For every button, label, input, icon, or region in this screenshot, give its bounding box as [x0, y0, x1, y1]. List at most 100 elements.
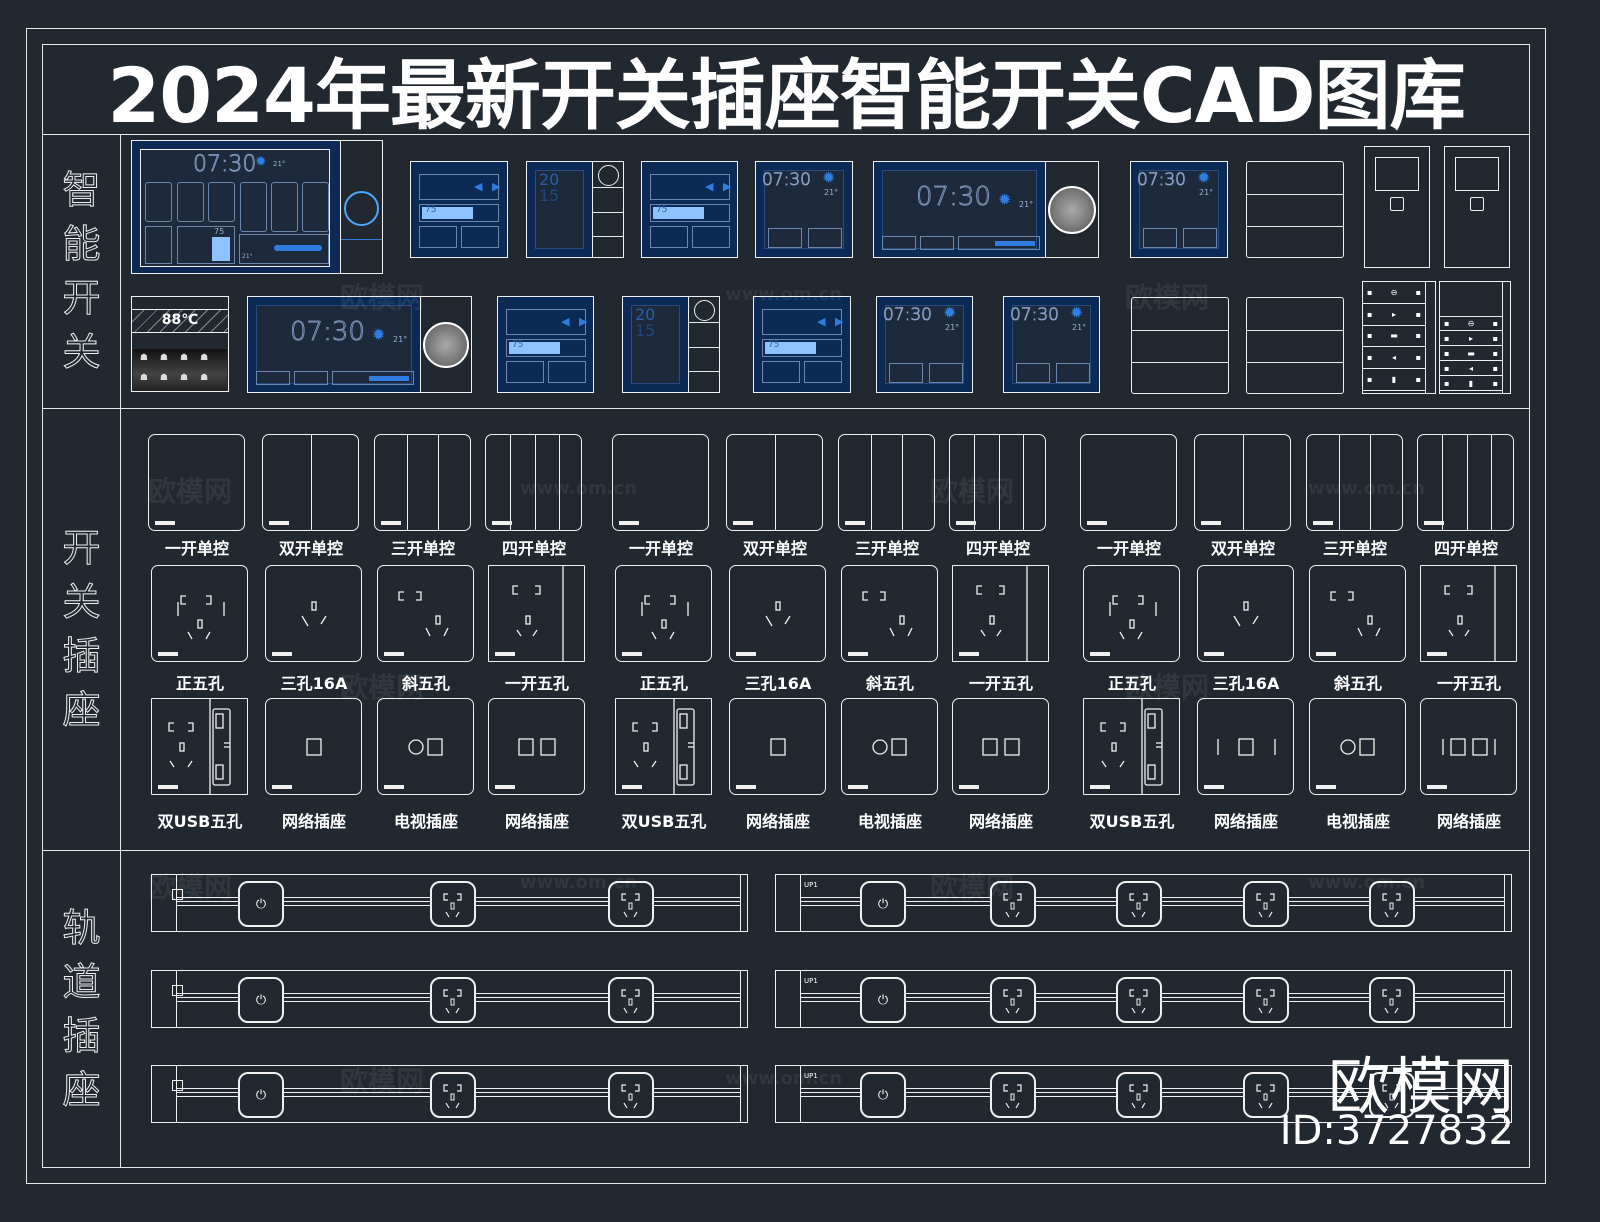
rail-power-button[interactable]: ⏻ — [238, 881, 284, 927]
mode-button[interactable] — [804, 361, 842, 383]
progress-bar[interactable]: 75 — [650, 204, 730, 222]
keypad-button[interactable]: ▪ ▬ ▪ — [1363, 326, 1425, 348]
progress-bar[interactable]: 75 — [419, 204, 499, 222]
curtain-slider[interactable]: 21° — [239, 234, 329, 264]
climate-control[interactable]: 75 — [177, 226, 235, 264]
socket-panel[interactable] — [841, 698, 938, 795]
rail-socket-adapter[interactable] — [990, 1072, 1036, 1118]
slider-track[interactable] — [274, 245, 322, 251]
socket-panel[interactable] — [151, 698, 248, 795]
mode-button[interactable] — [1016, 363, 1050, 383]
switch-panel[interactable] — [726, 434, 823, 531]
arrow-left-icon[interactable]: ◀ — [705, 180, 713, 193]
socket-panel[interactable] — [377, 565, 474, 662]
curtain-slider[interactable] — [332, 371, 414, 385]
rail-power-button[interactable]: ⏻ — [860, 1072, 906, 1118]
mode-button[interactable] — [882, 236, 916, 250]
switch-panel[interactable] — [1194, 434, 1291, 531]
socket-panel[interactable] — [1083, 698, 1180, 795]
mode-button[interactable] — [692, 226, 730, 248]
scene-button[interactable] — [208, 182, 235, 222]
mode-button[interactable] — [461, 226, 499, 248]
rail-socket-adapter[interactable] — [430, 881, 476, 927]
socket-panel[interactable] — [615, 565, 712, 662]
socket-panel[interactable] — [1309, 698, 1406, 795]
round-button[interactable] — [694, 300, 715, 321]
scene-button[interactable] — [145, 182, 172, 222]
socket-panel[interactable] — [265, 698, 362, 795]
curtain-control[interactable]: ◀ ▶ — [419, 174, 500, 200]
rail-socket-adapter[interactable] — [1243, 881, 1289, 927]
rail-socket-adapter[interactable] — [1243, 977, 1289, 1023]
mode-button[interactable] — [808, 228, 842, 248]
socket-panel[interactable] — [729, 565, 826, 662]
mode-button[interactable] — [506, 361, 544, 383]
socket-panel[interactable] — [1083, 565, 1180, 662]
arrow-right-icon[interactable]: ▶ — [492, 180, 500, 193]
socket-panel[interactable] — [488, 565, 585, 662]
rail-socket-adapter[interactable] — [1369, 977, 1415, 1023]
mode-button[interactable] — [920, 236, 954, 250]
arrow-right-icon[interactable]: ▶ — [723, 180, 731, 193]
rail-socket-adapter[interactable] — [430, 1072, 476, 1118]
switch-panel[interactable] — [1417, 434, 1514, 531]
scene-button[interactable] — [271, 182, 298, 232]
keypad-button[interactable]: ▪ ⊖ ▪ — [1363, 282, 1425, 304]
rail-socket-adapter[interactable] — [608, 977, 654, 1023]
rail-socket-adapter[interactable] — [990, 977, 1036, 1023]
switch-panel[interactable] — [1080, 434, 1177, 531]
scene-button[interactable] — [177, 182, 204, 222]
mode-button[interactable] — [1183, 228, 1217, 248]
mode-button[interactable] — [1143, 228, 1177, 248]
socket-panel[interactable] — [488, 698, 585, 795]
keypad-button[interactable]: ▪ ◂ ▪ — [1363, 347, 1425, 370]
arrow-left-icon[interactable]: ◀ — [561, 315, 569, 328]
socket-panel[interactable] — [1420, 698, 1517, 795]
socket-panel[interactable] — [265, 565, 362, 662]
keypad-button[interactable]: ▪ ◂ ▪ — [1440, 361, 1502, 376]
mode-button[interactable] — [650, 226, 688, 248]
mode-button[interactable] — [1056, 363, 1090, 383]
scene-button[interactable] — [302, 182, 329, 232]
mode-button[interactable] — [889, 363, 923, 383]
curtain-slider[interactable] — [958, 236, 1040, 250]
rotary-knob[interactable] — [423, 322, 469, 368]
rail-socket-adapter[interactable] — [1116, 881, 1162, 927]
curtain-control[interactable]: ◀ ▶ — [762, 309, 843, 335]
switch-panel[interactable] — [374, 434, 471, 531]
arrow-right-icon[interactable]: ▶ — [579, 315, 587, 328]
rail-socket-adapter[interactable] — [1116, 977, 1162, 1023]
rail-socket-adapter[interactable] — [1116, 1072, 1162, 1118]
keypad-button[interactable]: ▪ ▮ ▪ — [1440, 376, 1502, 391]
arrow-right-icon[interactable]: ▶ — [835, 315, 843, 328]
socket-panel[interactable] — [377, 698, 474, 795]
socket-panel[interactable] — [729, 698, 826, 795]
rail-socket-adapter[interactable] — [608, 1072, 654, 1118]
rail-power-button[interactable]: ⏻ — [238, 977, 284, 1023]
square-button[interactable] — [1390, 197, 1404, 211]
mode-button[interactable] — [762, 361, 800, 383]
keypad-button[interactable]: ▪ ▸ ▪ — [1440, 331, 1502, 346]
mode-button[interactable] — [256, 371, 290, 385]
mode-button[interactable] — [419, 226, 457, 248]
progress-bar[interactable]: 75 — [506, 339, 586, 357]
keypad-button[interactable]: ▪ ▬ ▪ — [1440, 346, 1502, 361]
socket-panel[interactable] — [841, 565, 938, 662]
socket-panel[interactable] — [952, 698, 1049, 795]
socket-panel[interactable] — [952, 565, 1049, 662]
mode-button[interactable] — [145, 226, 172, 264]
scene-button[interactable] — [240, 182, 267, 232]
rail-power-button[interactable]: ⏻ — [860, 977, 906, 1023]
socket-panel[interactable] — [1420, 565, 1517, 662]
arrow-left-icon[interactable]: ◀ — [474, 180, 482, 193]
mode-button[interactable] — [294, 371, 328, 385]
mode-button[interactable] — [929, 363, 963, 383]
rotary-knob[interactable] — [344, 191, 379, 226]
switch-panel[interactable] — [262, 434, 359, 531]
rail-power-button[interactable]: ⏻ — [860, 881, 906, 927]
square-button[interactable] — [1470, 197, 1484, 211]
switch-panel[interactable] — [838, 434, 935, 531]
socket-panel[interactable] — [1197, 698, 1294, 795]
rail-socket-adapter[interactable] — [430, 977, 476, 1023]
progress-bar[interactable]: 75 — [762, 339, 842, 357]
